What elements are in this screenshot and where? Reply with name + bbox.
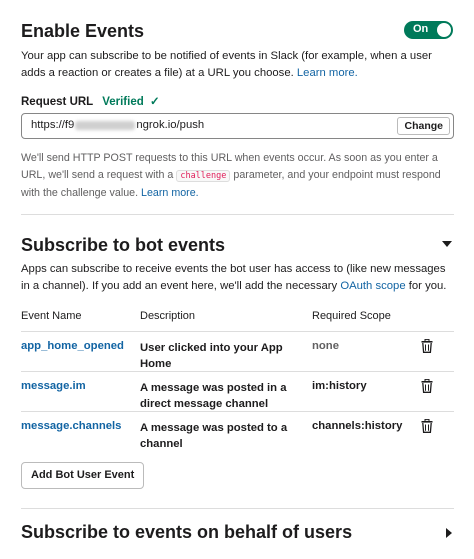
event-name[interactable]: message.channels	[21, 420, 121, 432]
bot-events-title: Subscribe to bot events	[21, 235, 226, 255]
caret-right-icon[interactable]	[446, 528, 452, 538]
redacted-segment	[75, 120, 136, 130]
page-title: Enable Events	[21, 21, 145, 41]
caret-down-icon[interactable]	[442, 241, 452, 247]
table-row: app_home_opened User clicked into your A…	[21, 331, 454, 371]
event-name[interactable]: app_home_opened	[21, 340, 124, 352]
learn-more-link[interactable]: Learn more.	[297, 67, 358, 79]
event-scope: channels:history	[312, 420, 403, 432]
oauth-scope-link[interactable]: OAuth scope	[340, 280, 405, 292]
bot-events-description: Apps can subscribe to receive events the…	[21, 263, 447, 292]
enable-events-description: Your app can subscribe to be notified of…	[21, 48, 454, 82]
toggle-knob	[437, 23, 451, 37]
request-url-field[interactable]: https://f9 ngrok.io/push Change	[21, 113, 454, 139]
add-bot-user-event-button[interactable]: Add Bot User Event	[21, 462, 145, 489]
event-scope: im:history	[312, 380, 367, 392]
request-url-label-row: Request URL Verified ✓	[21, 94, 160, 108]
user-events-header[interactable]: Subscribe to events on behalf of users	[21, 522, 454, 543]
request-url-value: https://f9 ngrok.io/push	[31, 119, 205, 131]
trash-icon[interactable]	[421, 379, 433, 393]
user-events-title: Subscribe to events on behalf of users	[21, 522, 353, 542]
column-header-description: Description	[140, 310, 196, 322]
check-icon: ✓	[149, 96, 160, 108]
help-learn-more-link[interactable]: Learn more.	[141, 187, 199, 199]
divider	[21, 214, 454, 215]
column-header-required-scope: Required Scope	[312, 310, 391, 322]
trash-icon[interactable]	[421, 339, 433, 353]
event-scope: none	[312, 340, 339, 352]
verified-label: Verified	[102, 96, 144, 108]
trash-icon[interactable]	[421, 419, 433, 433]
enable-events-header: Enable Events	[21, 21, 454, 42]
change-button[interactable]: Change	[397, 117, 450, 135]
request-url-help: We'll send HTTP POST requests to this UR…	[21, 152, 441, 199]
table-row: message.channels A message was posted to…	[21, 411, 454, 451]
event-description: A message was posted to a channel	[140, 422, 288, 450]
event-description: User clicked into your App Home	[140, 342, 283, 370]
table-row: message.im A message was posted in a dir…	[21, 371, 454, 411]
enable-events-toggle[interactable]: On	[404, 21, 453, 39]
column-header-event-name: Event Name	[21, 310, 82, 322]
divider	[21, 508, 454, 509]
toggle-label: On	[413, 23, 429, 35]
event-name[interactable]: message.im	[21, 380, 86, 392]
bot-events-header[interactable]: Subscribe to bot events	[21, 235, 454, 256]
request-url-label: Request URL	[21, 96, 93, 108]
challenge-code: challenge	[176, 170, 231, 182]
event-description: A message was posted in a direct message…	[140, 382, 287, 410]
description-text: Your app can subscribe to be notified of…	[21, 50, 432, 79]
